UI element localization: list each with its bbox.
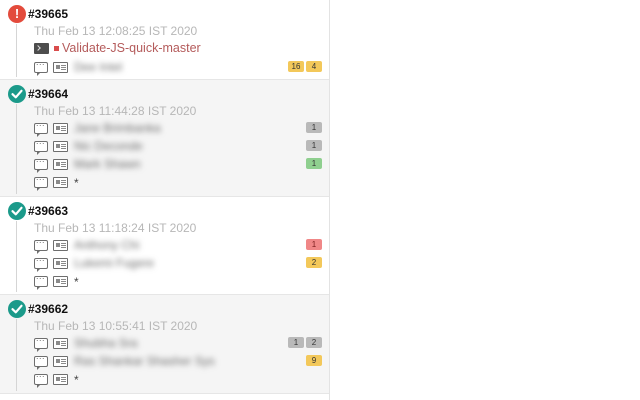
build-entry[interactable]: #39663 Thu Feb 13 11:18:24 IST 2020 Anth… [0, 197, 329, 295]
comment-icon[interactable] [34, 136, 48, 155]
change-row[interactable]: Mark Shawn 1 [34, 154, 324, 173]
change-row[interactable]: Lukemi Fugere 2 [34, 253, 324, 272]
count-badge: 1 [306, 140, 322, 151]
build-timestamp: Thu Feb 13 12:08:25 IST 2020 [34, 24, 198, 38]
timeline-rail [16, 24, 17, 77]
change-row[interactable]: Dee Intel 16 4 [34, 57, 324, 76]
changeset-icon[interactable] [53, 338, 68, 349]
job-row: Validate-JS-quick-master [34, 41, 324, 57]
timeline-rail [16, 104, 17, 194]
count-badge: 2 [306, 337, 322, 348]
comment-icon[interactable] [34, 57, 48, 76]
author-name[interactable]: Jane Brimbanka [74, 121, 161, 135]
changeset-icon[interactable] [53, 177, 68, 188]
comment-icon[interactable] [34, 118, 48, 137]
author-name[interactable]: Anthony Chi [74, 238, 139, 252]
build-history-panel: ! #39665 Thu Feb 13 12:08:25 IST 2020 Va… [0, 0, 330, 400]
changeset-icon[interactable] [53, 356, 68, 367]
count-badge: 1 [306, 239, 322, 250]
job-link[interactable]: Validate-JS-quick-master [62, 41, 201, 55]
change-row[interactable]: Ras Shankar Shasher Sys 9 [34, 351, 324, 370]
build-entry[interactable]: #39662 Thu Feb 13 10:55:41 IST 2020 Shub… [0, 295, 329, 394]
build-entry[interactable]: #39664 Thu Feb 13 11:44:28 IST 2020 Jane… [0, 80, 329, 197]
author-name[interactable]: Nic Deconde [74, 139, 143, 153]
changeset-icon[interactable] [53, 159, 68, 170]
changeset-icon[interactable] [53, 62, 68, 73]
author-name[interactable]: Shubha Sra [74, 336, 137, 350]
build-timestamp: Thu Feb 13 11:44:28 IST 2020 [34, 104, 197, 118]
changeset-icon[interactable] [53, 240, 68, 251]
wildcard-marker: * [74, 176, 79, 190]
comment-icon[interactable] [34, 351, 48, 370]
count-badge: 1 [306, 158, 322, 169]
count-badge: 1 [306, 122, 322, 133]
count-badge: 2 [306, 257, 322, 268]
badge-group: 1 [306, 239, 322, 250]
build-timestamp: Thu Feb 13 11:18:24 IST 2020 [34, 221, 197, 235]
changeset-icon[interactable] [53, 141, 68, 152]
error-icon: ! [8, 5, 26, 23]
build-timestamp: Thu Feb 13 10:55:41 IST 2020 [34, 319, 198, 333]
changeset-icon[interactable] [53, 258, 68, 269]
badge-group: 2 [306, 257, 322, 268]
changeset-icon[interactable] [53, 276, 68, 287]
check-icon [8, 202, 26, 220]
author-name[interactable]: Ras Shankar Shasher Sys [74, 354, 215, 368]
author-name[interactable]: Dee Intel [74, 60, 122, 74]
comment-icon[interactable] [34, 172, 48, 191]
change-row[interactable]: * [34, 172, 324, 191]
timeline-rail [16, 221, 17, 292]
author-name[interactable]: Lukemi Fugere [74, 256, 154, 270]
count-badge: 16 [288, 61, 304, 72]
author-name[interactable]: Mark Shawn [74, 157, 141, 171]
changeset-icon[interactable] [53, 123, 68, 134]
count-badge: 4 [306, 61, 322, 72]
badge-group: 1 [306, 140, 322, 151]
change-row[interactable]: Jane Brimbanka 1 [34, 118, 324, 137]
badge-group: 1 [306, 158, 322, 169]
wildcard-marker: * [74, 275, 79, 289]
timeline-rail [16, 319, 17, 391]
comment-icon[interactable] [34, 235, 48, 254]
check-icon [8, 85, 26, 103]
change-row[interactable]: * [34, 271, 324, 290]
change-row[interactable]: * [34, 369, 324, 388]
badge-group: 1 2 [288, 337, 322, 348]
changeset-icon[interactable] [53, 374, 68, 385]
badge-group: 16 4 [288, 61, 322, 72]
comment-icon[interactable] [34, 369, 48, 388]
comment-icon[interactable] [34, 253, 48, 272]
change-row[interactable]: Anthony Chi 1 [34, 235, 324, 254]
failed-status-dot [54, 46, 59, 51]
count-badge: 9 [306, 355, 322, 366]
build-number-link[interactable]: #39663 [28, 204, 68, 218]
wildcard-marker: * [74, 373, 79, 387]
change-row[interactable]: Nic Deconde 1 [34, 136, 324, 155]
terminal-icon [34, 43, 49, 54]
badge-group: 9 [306, 355, 322, 366]
comment-icon[interactable] [34, 154, 48, 173]
build-number-link[interactable]: #39665 [28, 7, 68, 21]
comment-icon[interactable] [34, 271, 48, 290]
change-row[interactable]: Shubha Sra 1 2 [34, 333, 324, 352]
build-number-link[interactable]: #39664 [28, 87, 68, 101]
count-badge: 1 [288, 337, 304, 348]
badge-group: 1 [306, 122, 322, 133]
comment-icon[interactable] [34, 333, 48, 352]
build-number-link[interactable]: #39662 [28, 302, 68, 316]
check-icon [8, 300, 26, 318]
build-entry[interactable]: ! #39665 Thu Feb 13 12:08:25 IST 2020 Va… [0, 0, 329, 80]
